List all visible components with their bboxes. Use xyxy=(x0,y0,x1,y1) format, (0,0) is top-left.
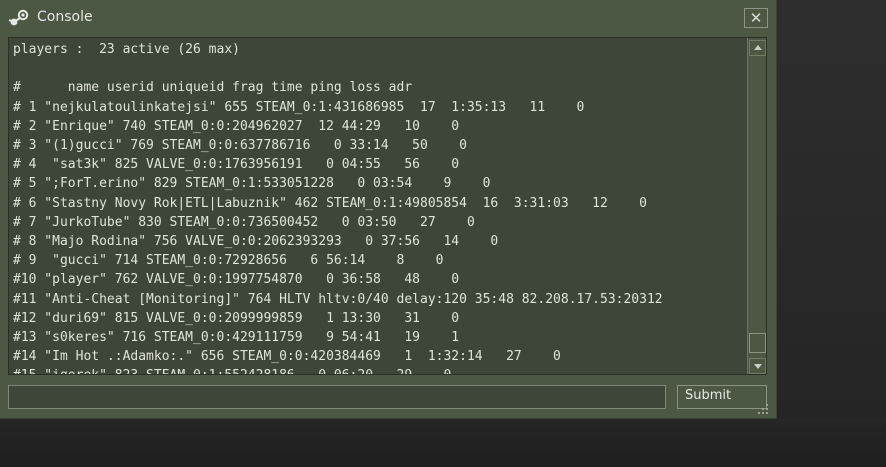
console-line: # 9 "gucci" 714 STEAM_0:0:72928656 6 56:… xyxy=(13,253,444,269)
scroll-thumb[interactable] xyxy=(749,333,766,353)
console-line: # 5 ";ForT.erino" 829 STEAM_0:1:53305122… xyxy=(13,176,491,192)
command-input[interactable] xyxy=(8,385,666,409)
console-line: # name userid uniqueid frag time ping lo… xyxy=(13,80,413,96)
background-bottom xyxy=(0,418,886,467)
console-line: #15 "igorek" 823 STEAM_0:1:552428186 0 0… xyxy=(13,368,451,374)
console-line: #10 "player" 762 VALVE_0:0:1997754870 0 … xyxy=(13,272,460,288)
window-title: Console xyxy=(37,9,93,25)
chevron-up-icon xyxy=(754,45,762,50)
close-icon: ✕ xyxy=(749,9,763,27)
console-line: # 6 "Stastny Novy Rok|ETL|Labuznik" 462 … xyxy=(13,195,647,211)
close-button[interactable]: ✕ xyxy=(744,8,768,28)
console-line: # 3 "(1)gucci" 769 STEAM_0:0:637786716 0… xyxy=(13,138,467,154)
console-scrollbar[interactable] xyxy=(747,38,766,374)
console-line: #13 "s0keres" 716 STEAM_0:0:429111759 9 … xyxy=(13,330,460,346)
console-line: #12 "duri69" 815 VALVE_0:0:2099999859 1 … xyxy=(13,310,460,326)
console-line: # 8 "Majo Rodina" 756 VALVE_0:0:20623932… xyxy=(13,234,499,250)
console-lines: players : 23 active (26 max) # name user… xyxy=(13,40,735,374)
console-line: #11 "Anti-Cheat [Monitoring]" 764 HLTV h… xyxy=(13,291,663,307)
scroll-down-button[interactable] xyxy=(749,358,766,374)
console-output[interactable]: players : 23 active (26 max) # name user… xyxy=(8,37,767,375)
console-line: players : 23 active (26 max) xyxy=(13,42,240,57)
resize-grip-icon[interactable] xyxy=(757,400,769,414)
console-line: # 4 "sat3k" 825 VALVE_0:0:1763956191 0 0… xyxy=(13,157,460,173)
console-line: # 2 "Enrique" 740 STEAM_0:0:204962027 12… xyxy=(13,118,460,134)
title-bar[interactable]: Console ✕ xyxy=(0,0,776,36)
submit-button[interactable]: Submit xyxy=(677,385,767,409)
steam-icon xyxy=(8,9,30,27)
console-line: # 7 "JurkoTube" 830 STEAM_0:0:736500452 … xyxy=(13,214,475,230)
chevron-down-icon xyxy=(754,364,762,369)
console-line: # 1 "nejkulatoulinkatejsi" 655 STEAM_0:1… xyxy=(13,99,585,115)
console-line: #14 "Im Hot .:Adamko:." 656 STEAM_0:0:42… xyxy=(13,349,561,365)
background-right xyxy=(776,0,886,467)
scroll-up-button[interactable] xyxy=(749,40,766,56)
console-window: Console ✕ players : 23 active (26 max) #… xyxy=(0,0,776,418)
